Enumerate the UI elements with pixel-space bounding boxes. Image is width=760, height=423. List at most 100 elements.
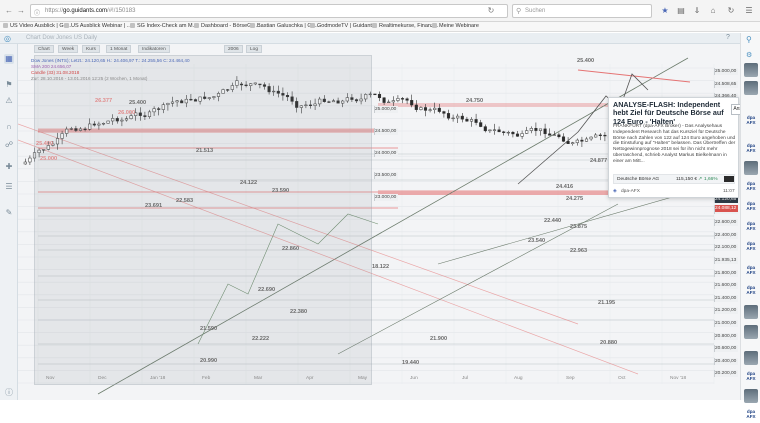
dpa-afx-logo-icon[interactable]: dpa AFX xyxy=(744,221,758,235)
reading-list-icon[interactable]: ▤ xyxy=(676,6,686,16)
dpa-afx-logo-icon[interactable]: dpa AFX xyxy=(744,201,758,215)
level-label: 23.590 xyxy=(272,188,290,194)
price-axis-tag: 21.935,13 xyxy=(714,257,738,264)
search-icon: ⚲ xyxy=(516,8,522,15)
address-bar[interactable]: https://go.guidants.com/#!/150183 ⓘ xyxy=(30,4,508,18)
candle-body xyxy=(373,93,377,96)
level-label: 22.440 xyxy=(544,218,562,224)
avatar[interactable] xyxy=(744,63,758,77)
candle-body xyxy=(543,128,547,135)
search-placeholder: Suchen xyxy=(525,8,546,14)
dpa-afx-logo-icon[interactable]: dpa AFX xyxy=(744,409,758,423)
bookmark-item[interactable]: US Ausblick Webinar | ... xyxy=(64,23,131,29)
reload-icon[interactable]: ↻ xyxy=(486,6,496,16)
dpa-afx-logo-icon[interactable]: dpa AFX xyxy=(744,143,758,157)
bookmark-item[interactable]: GodmodeTV | Guidants xyxy=(310,23,375,29)
refresh-icon[interactable]: ↻ xyxy=(726,6,736,16)
time-axis-label: Jul xyxy=(462,376,469,381)
candle-body xyxy=(506,131,510,134)
candle-body xyxy=(561,136,566,142)
candle-body xyxy=(460,115,464,120)
magnet-icon[interactable]: ∩ xyxy=(4,122,14,132)
dpa-afx-logo-icon[interactable]: dpa AFX xyxy=(744,285,758,299)
news-ticker-row[interactable]: Deutsche Börse AG 115,150 € ↗ 1,66% xyxy=(613,174,735,184)
avatar[interactable] xyxy=(744,305,758,319)
bookmark-favicon-icon xyxy=(130,23,135,29)
candle-body xyxy=(479,122,483,127)
toolbar-button[interactable]: Log xyxy=(246,45,263,53)
share-icon[interactable]: ☍ xyxy=(4,140,14,150)
search-input[interactable]: ⚲ Suchen xyxy=(512,4,652,18)
bell-icon[interactable]: ⚲ xyxy=(746,35,752,44)
price-highlight-tag: 24.088,12 xyxy=(714,205,738,212)
toolbar-button[interactable]: Kurs xyxy=(82,45,100,53)
news-time: 11:07 xyxy=(723,189,735,194)
dpa-afx-logo-icon[interactable]: dpa AFX xyxy=(744,371,758,385)
level-label: 24.750 xyxy=(466,98,484,104)
forward-icon[interactable]: → xyxy=(16,6,26,16)
level-label: 24.416 xyxy=(556,184,574,190)
avatar[interactable] xyxy=(744,325,758,339)
avatar[interactable] xyxy=(744,81,758,95)
ticker-name: Deutsche Börse AG xyxy=(617,177,660,182)
bookmark-item[interactable]: Meine Webinare xyxy=(432,23,479,29)
time-axis-label: Nov '18 xyxy=(670,376,687,381)
bookmark-favicon-icon xyxy=(194,23,199,29)
help-icon[interactable]: ? xyxy=(726,34,730,41)
workspace-icon[interactable]: ▦ xyxy=(4,54,14,64)
level-label: 18.122 xyxy=(372,264,390,270)
brush-icon[interactable]: ✎ xyxy=(4,208,14,218)
bookmark-item[interactable]: US Video Ausblick | Gu... xyxy=(3,23,71,29)
candle-body xyxy=(377,93,382,99)
workspace-overlay-panel[interactable] xyxy=(34,55,372,385)
candle-body xyxy=(391,100,395,103)
overlay-axis-tag: 25.000,00 xyxy=(374,106,398,113)
avatar[interactable] xyxy=(744,161,758,175)
candle-body xyxy=(28,157,32,163)
level-label: 23.875 xyxy=(570,224,588,230)
bookmark-item[interactable]: Realtimekurse, Finanz... xyxy=(372,23,438,29)
toolbar-button[interactable]: 1 Monat xyxy=(106,45,132,53)
flag-icon[interactable]: ⚑ xyxy=(4,80,14,90)
bookmark-item[interactable]: Bastian Galuschka | Gu... xyxy=(250,23,319,29)
info-icon[interactable]: ⓘ xyxy=(34,8,40,17)
candle-body xyxy=(451,117,455,120)
dpa-afx-logo-icon[interactable]: dpa AFX xyxy=(744,241,758,255)
alert-icon[interactable]: ⚠ xyxy=(4,96,14,106)
toolbar-button[interactable]: Week xyxy=(58,45,79,53)
candle-body xyxy=(423,107,428,111)
dpa-afx-logo-icon[interactable]: dpa AFX xyxy=(744,115,758,129)
guidants-logo-icon[interactable]: ◎ xyxy=(4,34,11,43)
download-icon[interactable]: ⇓ xyxy=(692,6,702,16)
home-icon[interactable]: ⌂ xyxy=(708,6,718,16)
crosshair-icon[interactable]: ✚ xyxy=(4,162,14,172)
candle-body xyxy=(511,131,515,135)
time-axis-label: Sep xyxy=(566,376,575,381)
menu-icon[interactable]: ☰ xyxy=(744,6,754,16)
toolbar-button[interactable]: 2006 xyxy=(224,45,243,53)
info-icon[interactable]: ⓘ xyxy=(4,388,14,398)
list-icon[interactable]: ☰ xyxy=(4,182,14,192)
news-headline[interactable]: ANALYSE-FLASH: Independent hebt Ziel für… xyxy=(613,100,737,126)
level-label: 22.380 xyxy=(290,309,308,315)
bookmark-item[interactable]: SG Index-Check am M... xyxy=(130,23,197,29)
bookmark-favicon-icon xyxy=(432,23,437,29)
dpa-afx-logo-icon[interactable]: dpa AFX xyxy=(744,265,758,279)
avatar[interactable] xyxy=(744,351,758,365)
chart-mini-icon xyxy=(724,176,734,182)
level-label: 24.122 xyxy=(240,180,258,186)
price-axis-tag: 21.600,00 xyxy=(714,282,738,290)
level-label: 20.880 xyxy=(600,340,618,346)
avatar[interactable] xyxy=(744,389,758,403)
dpa-afx-logo-icon[interactable]: dpa AFX xyxy=(744,181,758,195)
toolbar-button[interactable]: Chart xyxy=(34,45,54,53)
back-icon[interactable]: ← xyxy=(4,6,14,16)
candle-body xyxy=(492,129,497,131)
level-label: 21.590 xyxy=(200,326,218,332)
bookmark-star-icon[interactable]: ★ xyxy=(660,6,670,16)
news-popup[interactable]: ANALYSE-FLASH: Independent hebt Ziel für… xyxy=(608,97,739,198)
ticker-price: 115,150 € xyxy=(676,177,697,182)
toolbar-button[interactable]: Indikatoren xyxy=(138,45,170,53)
settings-icon[interactable]: ⚙ xyxy=(746,51,752,59)
price-axis-tag: 21.200,00 xyxy=(714,307,738,315)
